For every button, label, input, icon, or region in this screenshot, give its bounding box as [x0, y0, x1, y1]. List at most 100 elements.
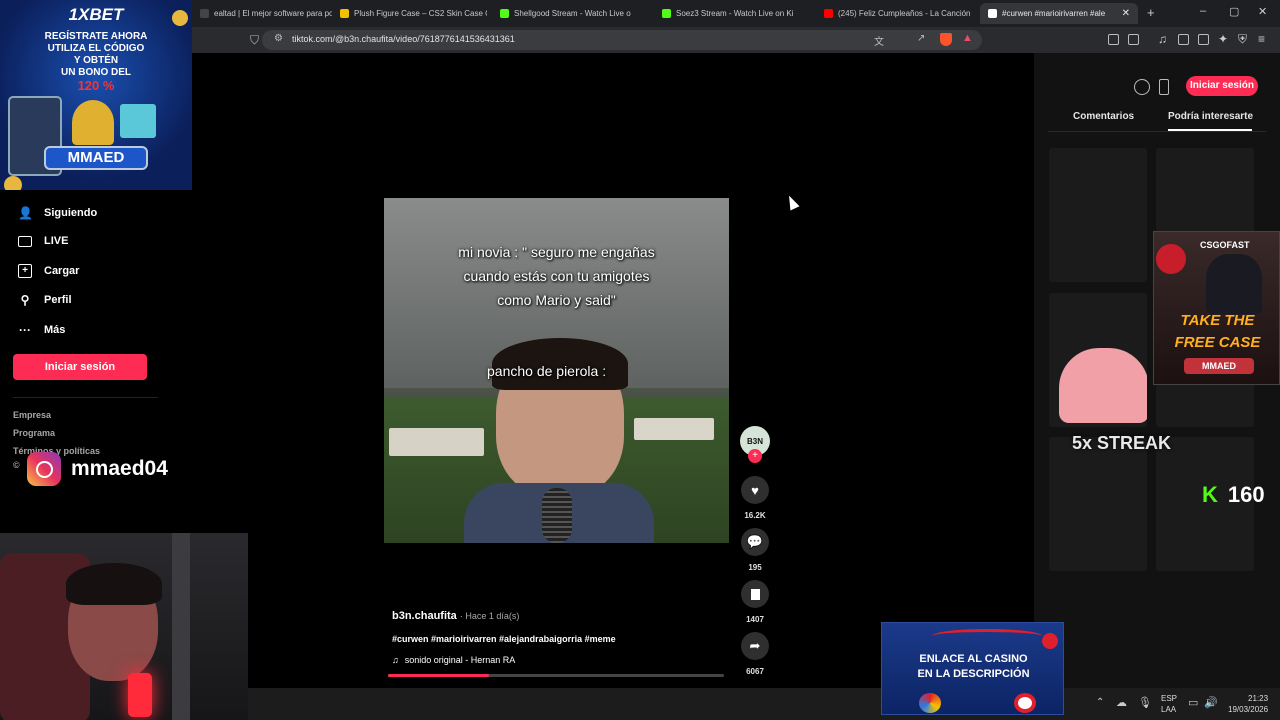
- browser-tab[interactable]: Shellgood Stream - Watch Live o: [492, 3, 647, 24]
- follow-plus-button[interactable]: +: [748, 449, 762, 463]
- red-light: [128, 673, 152, 717]
- kick-counter: K 160: [1202, 482, 1265, 508]
- copyright-text: ©: [13, 460, 20, 470]
- brave-rewards-icon[interactable]: ▲: [962, 32, 973, 44]
- instagram-icon: [27, 452, 61, 486]
- video-progress-fill: [388, 674, 489, 677]
- extensions-icon[interactable]: [1108, 34, 1119, 45]
- tab-comments[interactable]: Comentarios: [1073, 111, 1134, 122]
- browser-tab[interactable]: Plush Figure Case – CS2 Skin Case O: [332, 3, 487, 24]
- hashtags[interactable]: #curwen #marioirivarren #alejandrabaigor…: [392, 634, 616, 644]
- live-tv-icon: [18, 235, 32, 247]
- sidebar-item-following[interactable]: 👤 Siguiendo: [18, 206, 97, 220]
- bench: [389, 428, 484, 456]
- csgo-code-box: MMAED: [1184, 358, 1254, 374]
- phone-icon[interactable]: [1159, 79, 1169, 95]
- screenshot-icon[interactable]: [1128, 34, 1139, 45]
- music-note-icon: ♫: [392, 655, 399, 665]
- browser-tab[interactable]: (245) Feliz Cumpleaños - La Canción: [816, 3, 976, 24]
- site-info-icon[interactable]: ⚙: [274, 33, 283, 44]
- menu-icon[interactable]: ≡: [1258, 32, 1265, 46]
- suggested-video[interactable]: [1049, 148, 1147, 282]
- video-progress-track[interactable]: [388, 674, 724, 677]
- suggested-video[interactable]: [1049, 293, 1147, 427]
- gold-coin: [172, 10, 188, 26]
- footer-link[interactable]: Empresa: [13, 410, 51, 420]
- ad-code: MMAED: [67, 149, 125, 166]
- sound-row[interactable]: ♫ sonido original - Hernan RA: [392, 655, 515, 665]
- vpn-icon[interactable]: ⛨: [1238, 32, 1247, 47]
- sidebar-item-profile[interactable]: ⚲ Perfil: [18, 293, 72, 307]
- new-tab-button[interactable]: +: [1147, 5, 1155, 20]
- ad-text-line: UN BONO DEL: [61, 67, 131, 78]
- tab-favicon: [340, 9, 349, 18]
- volume-icon[interactable]: 🔊: [1204, 696, 1218, 709]
- header-login-button[interactable]: Iniciar sesión: [1186, 76, 1258, 96]
- sidebar-item-upload[interactable]: + Cargar: [18, 264, 79, 278]
- sound-name: sonido original - Hernan RA: [404, 655, 516, 665]
- csgo-slogan: FREE CASE: [1174, 334, 1261, 351]
- suggested-video[interactable]: [1049, 437, 1147, 571]
- kick-favicon: [500, 9, 509, 18]
- clock-time[interactable]: 21:23: [1248, 694, 1268, 703]
- browser-tab-active[interactable]: #curwen #marioirivarren #ale ✕: [980, 3, 1138, 24]
- more-icon: ···: [19, 323, 31, 337]
- tab-you-may-like[interactable]: Podría interesarte: [1168, 111, 1253, 122]
- address-toolbar: ⛉ ⚙ tiktok.com/@b3n.chaufita/video/76187…: [192, 27, 1280, 53]
- comment-count: 195: [748, 563, 762, 572]
- sidebar-item-live[interactable]: LIVE: [18, 235, 68, 247]
- author-name[interactable]: b3n.chaufita: [392, 610, 457, 622]
- language-indicator[interactable]: LAA: [1161, 705, 1176, 714]
- minimize-button[interactable]: –: [1200, 5, 1206, 17]
- comment-button[interactable]: 💬: [741, 528, 769, 556]
- ad-text-line: UTILIZA EL CÓDIGO: [47, 43, 145, 54]
- kick-logo-icon: K: [1202, 482, 1218, 507]
- cloud-icon: ☁: [1116, 697, 1127, 709]
- tray-chevron-icon[interactable]: ⌃: [1096, 697, 1104, 708]
- leo-ai-icon[interactable]: ✦: [1218, 32, 1228, 46]
- ad-text-line: Y OBTÉN: [73, 55, 119, 66]
- share-icon[interactable]: ↗: [917, 33, 925, 44]
- kick-favicon: [662, 9, 671, 18]
- share-button[interactable]: ➦: [741, 632, 769, 660]
- close-tab-icon[interactable]: ✕: [1122, 8, 1130, 19]
- like-button[interactable]: ♥: [741, 476, 769, 504]
- translate-icon[interactable]: 文: [874, 33, 884, 48]
- maximize-button[interactable]: ▢: [1229, 5, 1239, 18]
- browser-tab[interactable]: Soez3 Stream - Watch Live on Ki: [654, 3, 809, 24]
- clock-date[interactable]: 19/03/2026: [1228, 705, 1268, 714]
- casino-text: EN LA DESCRIPCIÓN: [917, 668, 1030, 680]
- brave-shield-icon[interactable]: [940, 33, 952, 46]
- tab-label: #curwen #marioirivarren #ale: [1002, 9, 1106, 18]
- door-frame: [172, 533, 190, 720]
- avatar-text: B3N: [746, 436, 763, 446]
- media-icon[interactable]: ♫: [1158, 32, 1167, 46]
- browser-tab[interactable]: ealtad | El mejor software para pote: [192, 3, 332, 24]
- footer-link[interactable]: Programa: [13, 428, 55, 438]
- sidebar-item-more[interactable]: ··· Más: [18, 323, 65, 337]
- compass-icon[interactable]: [1134, 79, 1150, 95]
- sidebar-login-button[interactable]: Iniciar sesión: [13, 354, 147, 380]
- close-window-button[interactable]: ✕: [1258, 5, 1267, 18]
- instagram-handle: mmaed04: [71, 457, 168, 480]
- save-button[interactable]: [741, 580, 769, 608]
- network-icon[interactable]: ▭: [1188, 696, 1198, 709]
- person-icon: ⚲: [20, 293, 30, 307]
- share-arrow-icon: ➦: [749, 638, 761, 653]
- address-bar[interactable]: ⚙ tiktok.com/@b3n.chaufita/video/7618776…: [262, 30, 982, 50]
- ad-brand: 1XBET: [68, 5, 124, 24]
- tab-strip: ealtad | El mejor software para pote Plu…: [192, 0, 1280, 27]
- youtube-favicon: [824, 9, 833, 18]
- video-player[interactable]: mi novia : " seguro me engañas cuando es…: [384, 198, 729, 543]
- gold-coin: [4, 176, 22, 190]
- sidebar-toggle-icon[interactable]: [1178, 34, 1189, 45]
- red-swoosh: [932, 629, 1042, 643]
- sidebar-item-label: Perfil: [44, 294, 72, 306]
- bookmark-icon[interactable]: ⛉: [250, 33, 259, 48]
- wallet-icon[interactable]: [1198, 34, 1209, 45]
- language-indicator[interactable]: ESP: [1161, 694, 1177, 703]
- microphone-icon[interactable]: 🎙: [1138, 696, 1152, 709]
- csgo-code: MMAED: [1202, 361, 1236, 371]
- tab-label: ealtad | El mejor software para pote: [214, 9, 332, 18]
- tab-label: Plush Figure Case – CS2 Skin Case O: [354, 9, 487, 18]
